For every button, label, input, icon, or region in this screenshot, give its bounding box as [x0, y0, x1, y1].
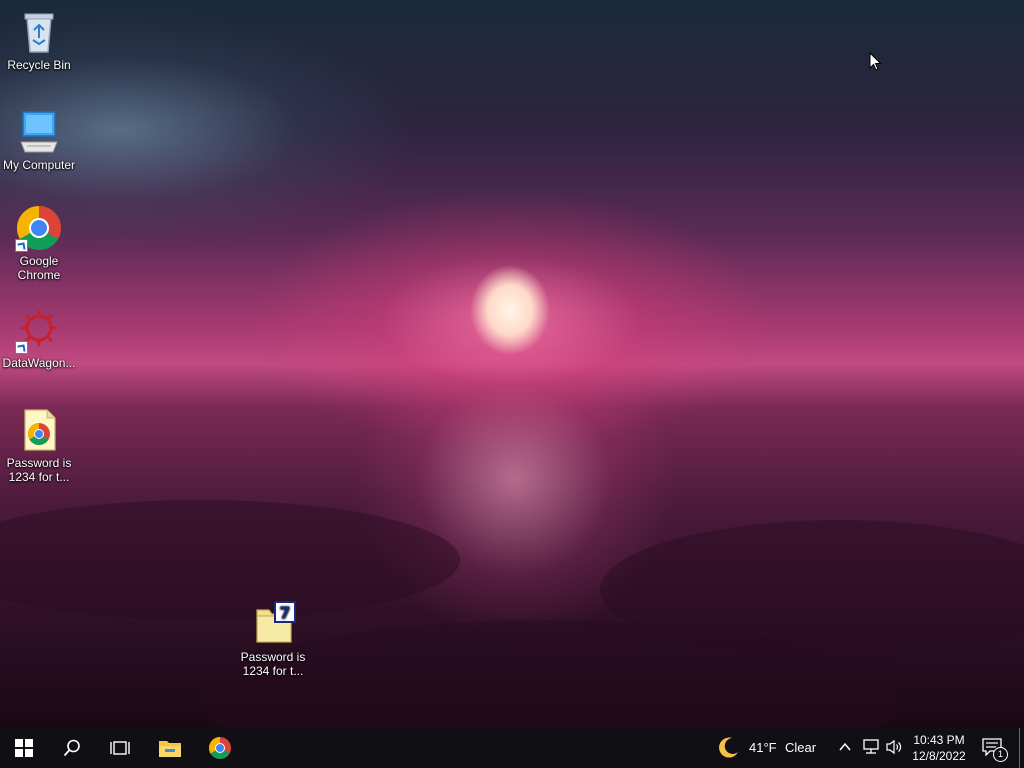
- show-desktop-button[interactable]: [1019, 728, 1020, 768]
- folder-icon: [159, 741, 181, 757]
- shortcut-arrow-icon: [15, 341, 28, 354]
- desktop-icon-label: My Computer: [2, 158, 76, 172]
- search-button[interactable]: [48, 728, 96, 768]
- network-button[interactable]: [862, 739, 880, 760]
- desktop-icon-label: Password is: [6, 456, 72, 470]
- desktop-icon-label: Google: [19, 254, 59, 268]
- desktop-icon-label: Recycle Bin: [7, 58, 71, 72]
- desktop-icon-label: Chrome: [17, 268, 61, 282]
- clock-time: 10:43 PM: [913, 733, 965, 747]
- desktop-icon-label: 1234 for t...: [8, 470, 70, 484]
- taskbar-file-explorer[interactable]: [146, 728, 194, 768]
- chrome-icon: [15, 204, 63, 252]
- volume-button[interactable]: [885, 739, 903, 760]
- desktop-icon-password-archive[interactable]: 7 Password is 1234 for t...: [234, 600, 312, 678]
- clock-date: 12/8/2022: [912, 749, 966, 763]
- moon-icon: [719, 737, 738, 758]
- show-hidden-icons-button[interactable]: [838, 740, 852, 759]
- weather-condition: Clear: [785, 740, 817, 755]
- datawagon-icon: [15, 306, 63, 354]
- notification-count-badge: 1: [993, 747, 1008, 762]
- html-document-icon: [15, 406, 63, 454]
- start-button[interactable]: [0, 728, 48, 768]
- mouse-cursor-icon: [869, 51, 883, 77]
- weather-widget[interactable]: [716, 736, 740, 765]
- taskbar: 41°F Clear 10:43 PM 12/8/2022 1: [0, 728, 1024, 768]
- search-icon: [63, 739, 80, 757]
- speaker-icon: [886, 739, 902, 755]
- taskbar-clock[interactable]: 10:43 PM 12/8/2022: [904, 732, 974, 764]
- archive-badge: 7: [279, 603, 290, 622]
- action-center-button[interactable]: 1: [982, 738, 1008, 762]
- desktop-icon-label: Password is: [240, 650, 306, 664]
- taskbar-google-chrome[interactable]: [196, 728, 244, 768]
- network-icon: [863, 739, 879, 754]
- desktop-icon-my-computer[interactable]: My Computer: [0, 108, 78, 172]
- desktop-wallpaper: Recycle Bin My Computer Google Chrome Da…: [0, 0, 1024, 728]
- desktop-icon-label: 1234 for t...: [242, 664, 304, 678]
- computer-icon: [15, 108, 63, 156]
- desktop-icon-google-chrome[interactable]: Google Chrome: [0, 204, 78, 282]
- desktop-icon-datawagon[interactable]: DataWagon...: [0, 306, 78, 370]
- desktop-icon-password-file[interactable]: Password is 1234 for t...: [0, 406, 78, 484]
- windows-logo-icon: [15, 739, 33, 757]
- wallpaper-wave: [0, 500, 460, 620]
- shortcut-arrow-icon: [15, 239, 28, 252]
- task-view-button[interactable]: [96, 728, 144, 768]
- chrome-icon: [209, 737, 231, 759]
- weather-temperature: 41°F: [749, 740, 777, 755]
- desktop-icon-recycle-bin[interactable]: Recycle Bin: [0, 8, 78, 72]
- recycle-bin-icon: [15, 8, 63, 56]
- archive-7z-icon: 7: [249, 600, 297, 648]
- task-view-icon: [110, 741, 130, 755]
- chevron-up-icon: [839, 742, 851, 751]
- desktop-icon-label: DataWagon...: [2, 356, 76, 370]
